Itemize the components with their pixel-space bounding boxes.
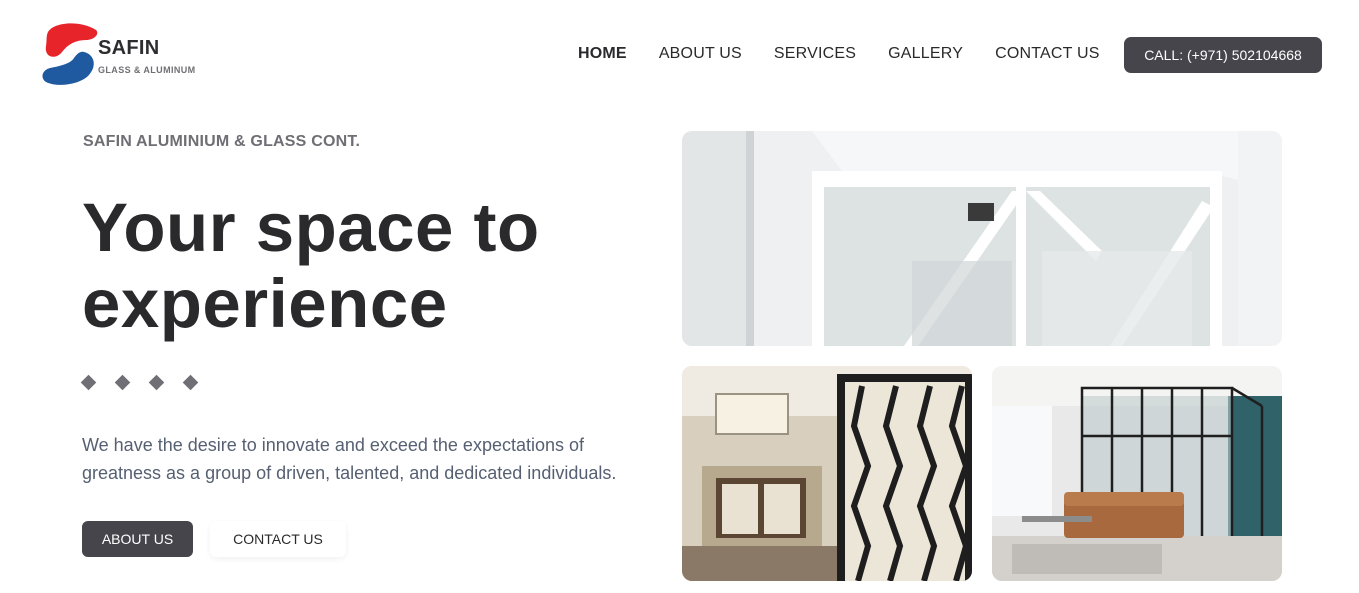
brand-tagline: GLASS & ALUMINUM (98, 65, 196, 75)
diamond-icon (114, 374, 131, 391)
brand-name: SAFIN (98, 37, 160, 59)
logo-mark-icon (42, 23, 98, 85)
nav-contact-us[interactable]: CONTACT US (995, 45, 1100, 63)
headline-line-1: Your space to (82, 189, 540, 266)
interior-screen-photo (682, 366, 972, 581)
nav-about-us[interactable]: ABOUT US (659, 45, 742, 63)
hero-eyebrow: SAFIN ALUMINIUM & GLASS CONT. (83, 133, 361, 150)
nav-home[interactable]: HOME (578, 45, 627, 63)
hero-headline: Your space to experience (82, 190, 642, 342)
brand-logo[interactable]: SAFIN GLASS & ALUMINUM (40, 22, 220, 88)
glass-room-photo (992, 366, 1282, 581)
diamond-icon (182, 374, 199, 391)
diamond-divider (80, 374, 217, 391)
about-us-button[interactable]: ABOUT US (82, 521, 193, 557)
diamond-icon (148, 374, 165, 391)
nav-gallery[interactable]: GALLERY (888, 45, 963, 63)
headline-line-2: experience (82, 265, 448, 342)
call-button[interactable]: CALL: (+971) 502104668 (1124, 37, 1322, 73)
main-nav: HOME ABOUT US SERVICES GALLERY CONTACT U… (578, 44, 1132, 64)
contact-us-button[interactable]: CONTACT US (210, 521, 346, 557)
glass-partition-photo (682, 131, 1282, 346)
nav-services[interactable]: SERVICES (774, 45, 856, 63)
hero-description: We have the desire to innovate and excee… (82, 435, 617, 483)
diamond-icon (80, 374, 97, 391)
